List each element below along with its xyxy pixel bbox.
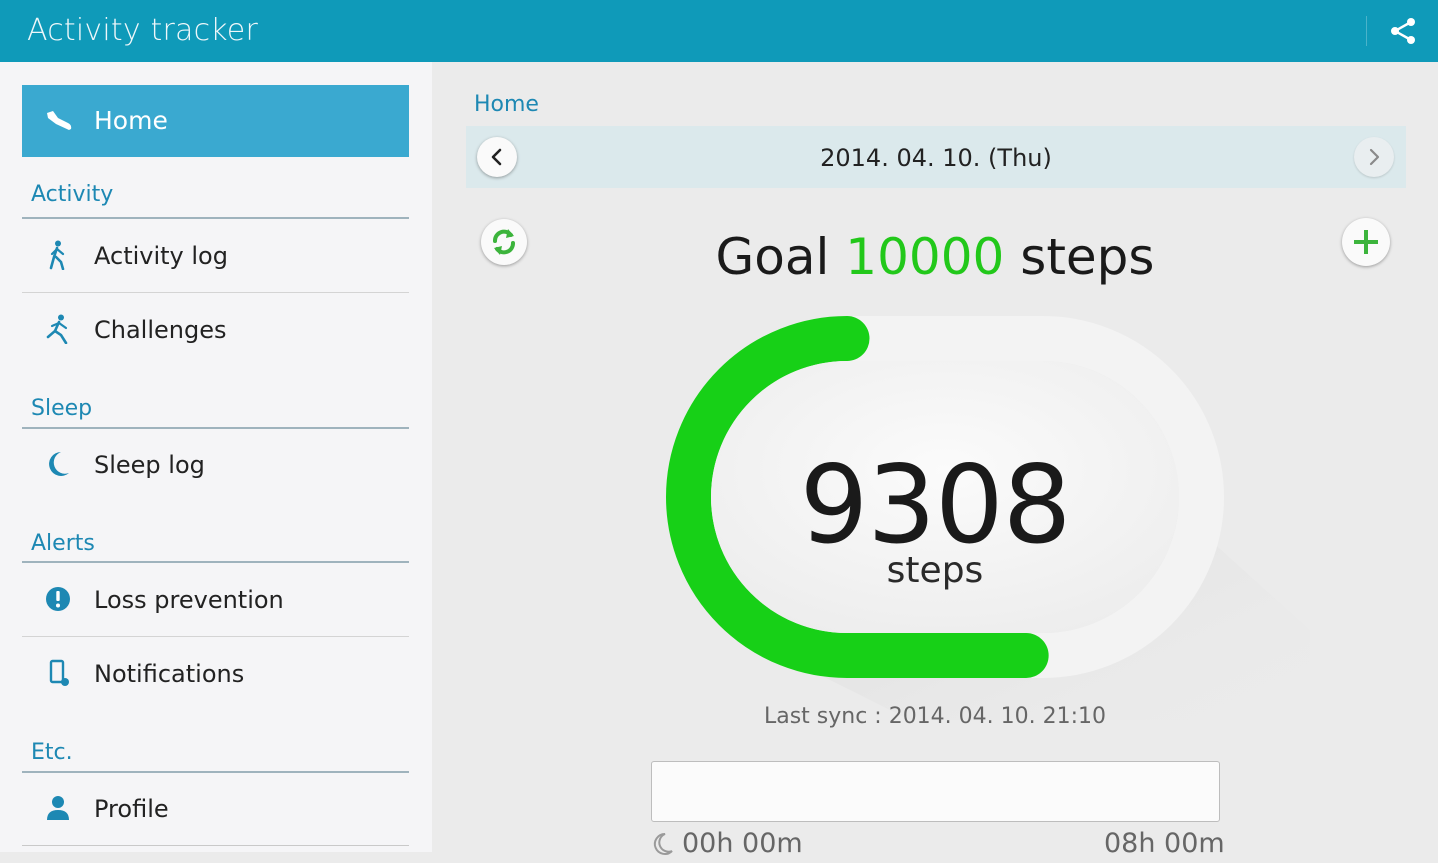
breadcrumb: Home (474, 92, 539, 117)
shoe-icon (44, 107, 74, 135)
goal-value: 10000 (845, 228, 1005, 286)
sidebar-item-notifications[interactable]: Notifications (22, 638, 409, 710)
goal-prefix: Goal (715, 228, 830, 286)
section-title-sleep: Sleep (31, 396, 93, 421)
app-bar: Activity tracker (0, 0, 1438, 62)
appbar-divider (1366, 16, 1367, 46)
sidebar-item-label: Loss prevention (94, 586, 284, 614)
sidebar-item-profile[interactable]: Profile (22, 773, 409, 845)
sidebar-item-label: Profile (94, 795, 169, 823)
date-navigator: 2014. 04. 10. (Thu) (466, 126, 1406, 188)
sidebar-item-challenges[interactable]: Challenges (22, 294, 409, 366)
next-day-button[interactable] (1354, 137, 1394, 177)
previous-day-button[interactable] (477, 137, 517, 177)
section-divider (22, 561, 409, 563)
chevron-left-icon (491, 148, 502, 166)
sidebar-item-activity-log[interactable]: Activity log (22, 220, 409, 292)
sidebar-item-label: Home (94, 106, 168, 135)
sidebar-item-home[interactable]: Home (22, 85, 409, 157)
share-icon[interactable] (1388, 16, 1418, 46)
phone-icon (44, 658, 72, 688)
sleep-timeline-bar (651, 761, 1220, 822)
item-divider (22, 845, 409, 846)
walking-person-icon (44, 240, 72, 271)
sidebar-item-label: Challenges (94, 316, 227, 344)
current-date: 2014. 04. 10. (Thu) (820, 144, 1052, 172)
sidebar-item-label: Notifications (94, 660, 245, 688)
sidebar-item-label: Sleep log (94, 451, 205, 479)
section-title-activity: Activity (31, 182, 114, 207)
item-divider (22, 636, 409, 637)
exclamation-icon (44, 584, 72, 614)
sleep-end-time: 08h 00m (1104, 828, 1225, 859)
running-person-icon (44, 314, 72, 345)
section-divider (22, 217, 409, 219)
section-title-etc: Etc. (31, 740, 73, 765)
person-icon (44, 793, 72, 823)
chevron-right-icon (1369, 148, 1380, 166)
moon-icon (44, 449, 72, 479)
plus-icon (1354, 230, 1378, 254)
add-button[interactable] (1342, 218, 1390, 266)
daily-goal: Goal 10000 steps (640, 228, 1230, 286)
refresh-icon (493, 229, 515, 255)
item-divider (22, 292, 409, 293)
last-sync-status: Last sync : 2014. 04. 10. 21:10 (763, 704, 1107, 729)
sleep-start-time: 00h 00m (682, 828, 803, 859)
sidebar-item-loss-prevention[interactable]: Loss prevention (22, 564, 409, 636)
sidebar-item-label: Activity log (94, 242, 228, 270)
goal-unit: steps (1020, 228, 1155, 286)
section-title-alerts: Alerts (31, 531, 95, 556)
moon-icon (652, 832, 674, 856)
sync-button[interactable] (481, 219, 527, 265)
app-title: Activity tracker (27, 13, 258, 48)
step-count-unit: steps (886, 550, 984, 591)
sidebar-item-sleep-log[interactable]: Sleep log (22, 429, 409, 501)
